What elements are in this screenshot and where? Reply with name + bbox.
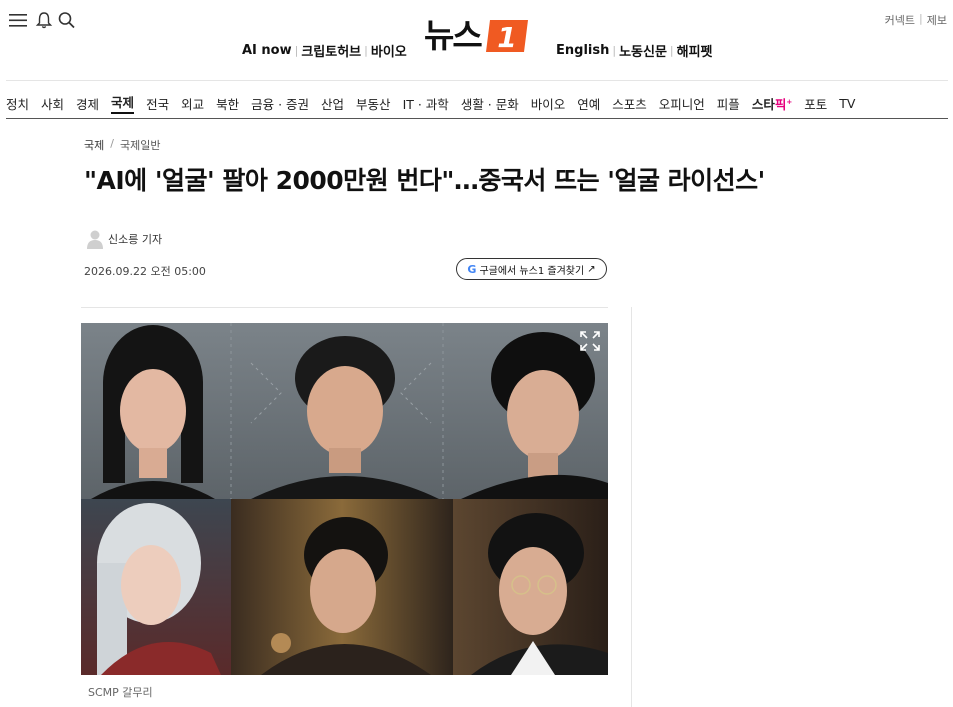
nav-item-real-estate[interactable]: 부동산 — [356, 94, 391, 113]
nav-item-tv[interactable]: TV — [839, 96, 855, 111]
nav-item-politics[interactable]: 정치 — [6, 94, 29, 113]
divider: | — [364, 44, 368, 57]
sub-links-left: AI now | 크립토허브 | 바이오 — [242, 41, 407, 60]
nav-item-entertainment[interactable]: 연예 — [577, 94, 600, 113]
nav-item-society[interactable]: 사회 — [41, 94, 64, 113]
nav-item-it-science[interactable]: IT · 과학 — [403, 94, 449, 113]
google-button-label: 구글에서 뉴스1 즐겨찾기 — [479, 265, 585, 277]
nav-item-star-pick[interactable]: 스타픽+ — [752, 94, 792, 113]
crypto-hub-link[interactable]: 크립토허브 — [301, 41, 361, 60]
ai-now-link[interactable]: AI now — [242, 43, 292, 58]
nav-item-economy[interactable]: 경제 — [76, 94, 99, 113]
image-caption: SCMP 갈무리 — [88, 686, 153, 699]
nav-item-finance[interactable]: 금융 · 증권 — [251, 94, 309, 113]
google-icon: G — [467, 262, 477, 276]
divider: | — [294, 44, 299, 57]
breadcrumb: 국제 / 국제일반 — [84, 137, 160, 153]
header-divider — [6, 80, 948, 81]
divider: | — [612, 44, 617, 57]
article-image[interactable] — [81, 323, 608, 675]
expand-icon[interactable] — [578, 329, 602, 353]
divider: | — [669, 44, 674, 57]
sidebar-divider — [631, 307, 632, 707]
article-headline: "AI에 '얼굴' 팔아 2000만원 번다"…중국서 뜨는 '얼굴 라이선스' — [84, 166, 765, 195]
nav-item-industry[interactable]: 산업 — [321, 94, 344, 113]
site-logo[interactable]: 뉴스 1 — [424, 16, 532, 58]
connect-link[interactable]: 커넥트 — [885, 12, 915, 28]
author-avatar-icon — [87, 230, 103, 249]
portrait-collage — [81, 323, 608, 675]
happypet-link[interactable]: 해피펫 — [677, 41, 713, 60]
nav-item-photo[interactable]: 포토 — [804, 94, 827, 113]
nav-item-national[interactable]: 전국 — [146, 94, 169, 113]
util-links: 커넥트 | 제보 — [885, 12, 947, 28]
rodong-link[interactable]: 노동신문 — [619, 41, 667, 60]
menu-icon[interactable] — [8, 10, 28, 30]
nav-item-opinion[interactable]: 오피니언 — [659, 94, 705, 113]
star-pick-accent: 픽 — [774, 96, 787, 112]
star-pick-mark: + — [786, 97, 793, 106]
author-name[interactable]: 신소릉 기자 — [108, 231, 162, 247]
nav-item-diplomacy[interactable]: 외교 — [181, 94, 204, 113]
logo-text: 뉴스 — [424, 16, 483, 55]
bell-icon[interactable] — [35, 10, 55, 30]
logo-badge: 1 — [486, 20, 528, 54]
google-favorite-button[interactable]: G 구글에서 뉴스1 즐겨찾기 ↗ — [456, 258, 607, 280]
nav-item-world[interactable]: 국제 — [111, 92, 135, 114]
breadcrumb-subsection[interactable]: 국제일반 — [120, 137, 160, 153]
english-link[interactable]: English — [556, 43, 609, 58]
sub-links-right: English | 노동신문 | 해피펫 — [556, 41, 713, 60]
breadcrumb-section[interactable]: 국제 — [84, 137, 104, 153]
breadcrumb-separator: / — [110, 137, 114, 150]
search-icon[interactable] — [57, 10, 77, 30]
external-link-icon: ↗ — [587, 263, 596, 275]
nav-item-bio[interactable]: 바이오 — [531, 94, 566, 113]
nav-item-north-korea[interactable]: 북한 — [216, 94, 239, 113]
bio-link[interactable]: 바이오 — [371, 41, 407, 60]
publish-date: 2026.09.22 오전 05:00 — [84, 265, 206, 278]
byline: 신소릉 기자 — [86, 228, 162, 250]
nav-item-sports[interactable]: 스포츠 — [612, 94, 647, 113]
tip-link[interactable]: 제보 — [927, 12, 947, 28]
nav-item-life-culture[interactable]: 생활 · 문화 — [461, 94, 519, 113]
site-header: 커넥트 | 제보 AI now | 크립토허브 | 바이오 뉴스 1 Engli… — [0, 0, 953, 80]
category-nav: 정치 사회 경제 국제 전국 외교 북한 금융 · 증권 산업 부동산 IT ·… — [6, 92, 867, 114]
star-pick-prefix: 스타 — [751, 96, 775, 112]
nav-item-people[interactable]: 피플 — [717, 94, 740, 113]
article-divider — [81, 307, 608, 308]
nav-divider — [6, 118, 948, 119]
divider: | — [919, 12, 923, 25]
logo-badge-text: 1 — [497, 21, 516, 54]
